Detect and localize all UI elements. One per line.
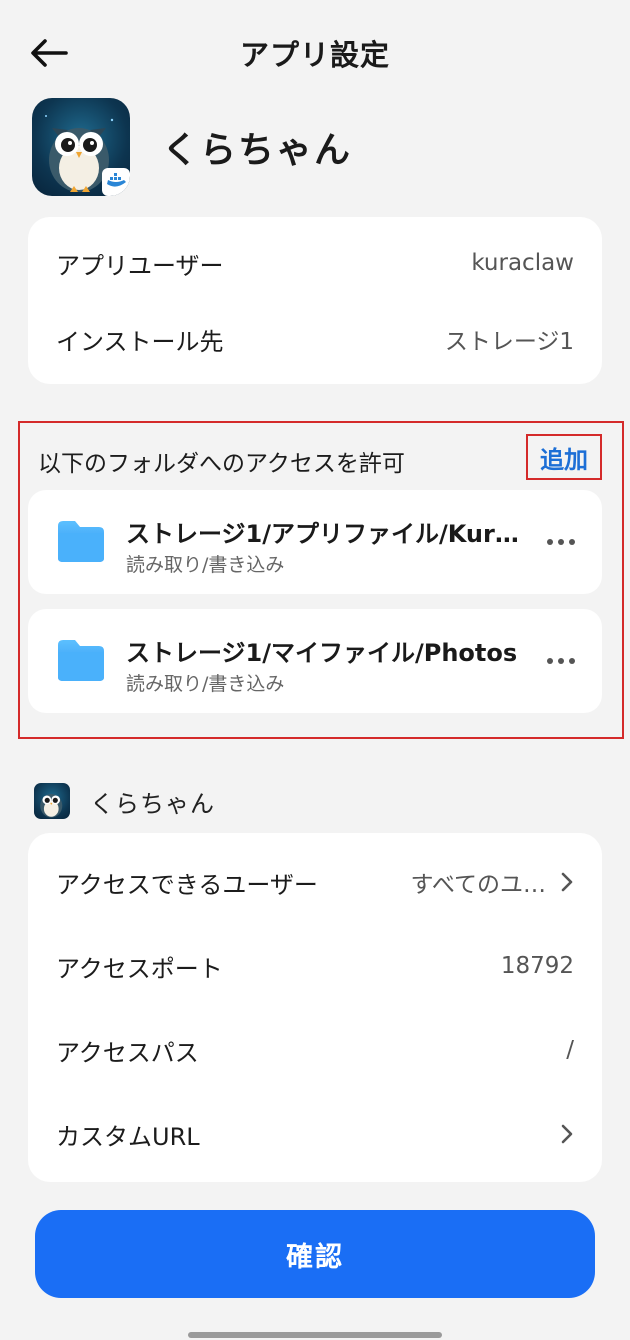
access-path-value: / [566,1037,574,1063]
folder-permission: 読み取り/書き込み [126,554,285,576]
access-row-custom-url[interactable]: カスタムURL [28,1104,602,1164]
folder-item[interactable]: ストレージ1/マイファイル/Photos 読み取り/書き込み [28,609,602,713]
folder-item[interactable]: ストレージ1/アプリファイル/Kur… 読み取り/書き込み [28,490,602,594]
custom-url-label: カスタムURL [56,1122,200,1151]
install-location-label: インストール先 [56,327,224,356]
owl-app-icon-small [34,783,70,819]
access-path-label: アクセスパス [56,1038,199,1067]
app-header: くらちゃん [32,97,352,197]
more-options-button[interactable] [544,528,578,556]
access-users-value: すべてのユ… [411,865,574,899]
access-settings-card: アクセスできるユーザー すべてのユ… アクセスポート 18792 アクセスパス … [28,833,602,1182]
access-port-value: 18792 [500,953,574,979]
folder-icon [58,640,104,681]
app-name: くらちゃん [162,130,353,171]
install-location-value: ストレージ1 [444,329,574,355]
page-title: アプリ設定 [239,38,390,72]
folder-access-title: 以下のフォルダへのアクセスを許可 [38,451,405,477]
access-row-path[interactable]: アクセスパス / [28,1020,602,1080]
access-port-label: アクセスポート [56,954,223,983]
app-user-label: アプリユーザー [56,251,224,280]
more-options-button[interactable] [544,647,578,675]
info-row-install-location: インストール先 ストレージ1 [28,309,602,369]
confirm-button[interactable]: 確認 [35,1210,595,1298]
folder-permission: 読み取り/書き込み [126,673,285,695]
more-icon [547,658,575,664]
access-app-name: くらちゃん [90,789,215,818]
add-folder-button[interactable]: 追加 [526,434,602,480]
app-info-card: アプリユーザー kuraclaw インストール先 ストレージ1 [28,217,602,384]
custom-url-value [546,1123,574,1145]
owl-app-icon [32,98,130,196]
folder-path: ストレージ1/マイファイル/Photos [126,639,518,667]
access-row-users[interactable]: アクセスできるユーザー すべてのユ… [28,852,602,912]
access-row-port[interactable]: アクセスポート 18792 [28,936,602,996]
folder-icon [58,521,104,562]
more-icon [547,539,575,545]
app-user-value: kuraclaw [471,250,574,276]
home-indicator[interactable] [188,1332,442,1338]
access-users-label: アクセスできるユーザー [56,870,318,899]
folder-path: ストレージ1/アプリファイル/Kur… [126,520,519,548]
header: アプリ設定 [0,0,630,100]
chevron-right-icon [561,872,573,892]
info-row-app-user: アプリユーザー kuraclaw [28,233,602,293]
access-users-value-text: すべてのユ… [410,872,546,898]
chevron-right-icon [561,1124,573,1144]
access-app-header: くらちゃん [34,782,215,820]
